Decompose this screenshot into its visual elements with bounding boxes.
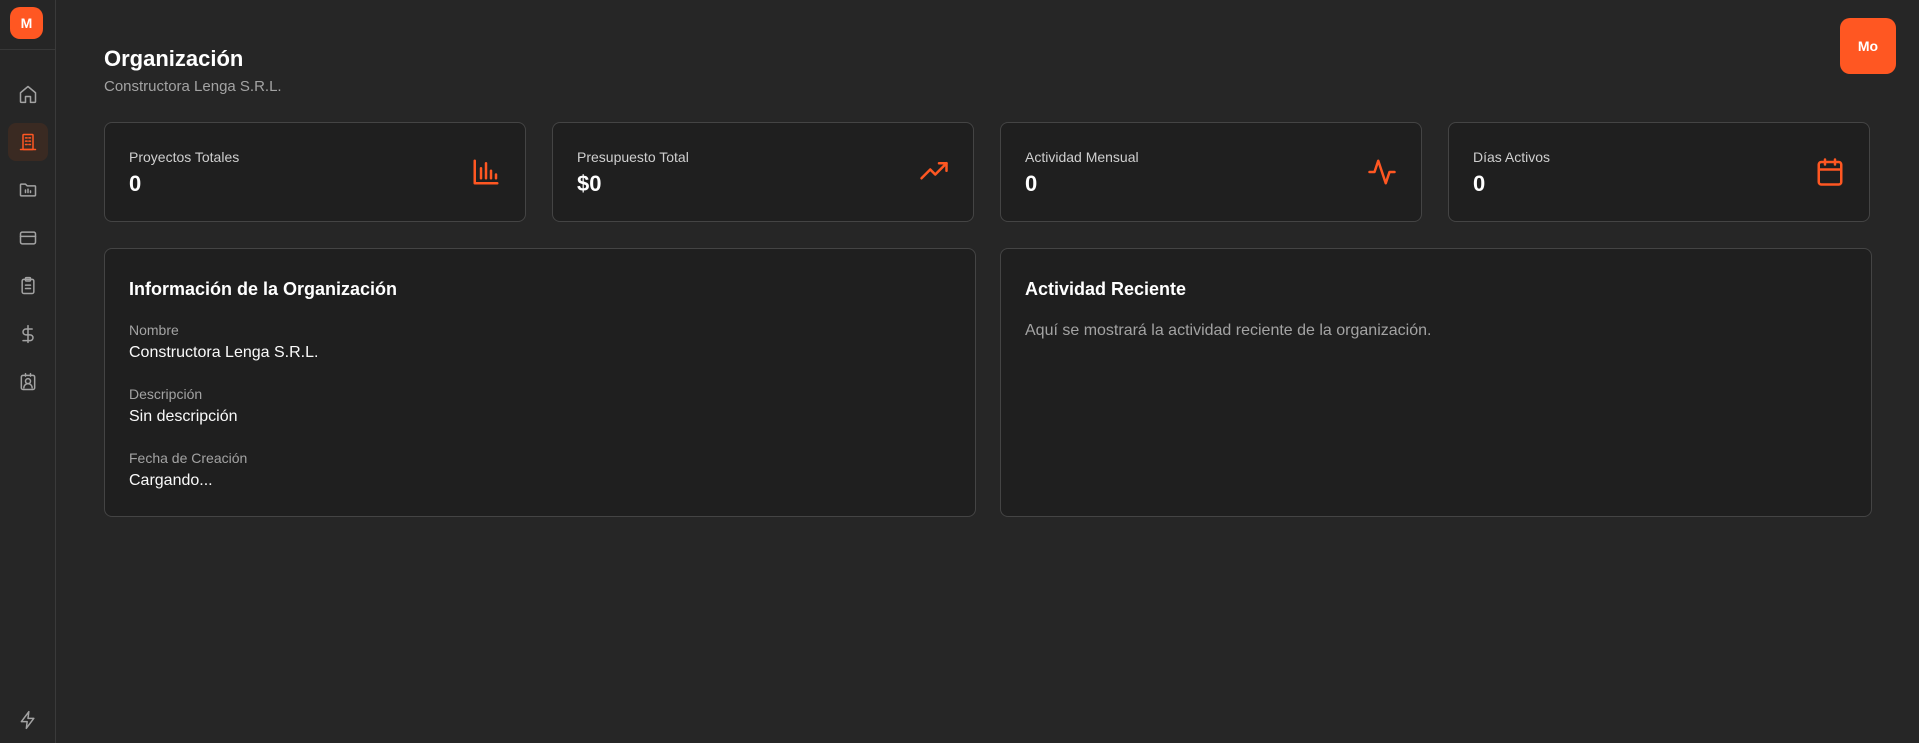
activity-icon <box>1367 157 1397 187</box>
recent-activity-panel: Actividad Reciente Aquí se mostrará la a… <box>1000 248 1872 517</box>
folder-icon <box>19 183 37 197</box>
clipboard-icon <box>21 276 35 295</box>
building-icon <box>19 133 37 151</box>
stat-card-budget: Presupuesto Total $0 <box>552 122 974 222</box>
panel-title: Actividad Reciente <box>1025 279 1187 299</box>
sidebar-divider <box>0 49 55 50</box>
sidebar-item-payments[interactable] <box>8 219 48 257</box>
sidebar-item-finance[interactable] <box>8 315 48 353</box>
trending-up-icon <box>919 157 949 187</box>
field-value-name: Constructora Lenga S.R.L. <box>129 344 319 361</box>
sidebar-item-contacts[interactable] <box>8 363 48 401</box>
contact-icon <box>20 372 36 391</box>
recent-activity-empty-text: Aquí se mostrará la actividad reciente d… <box>1025 322 1432 339</box>
field-label-created: Fecha de Creación <box>129 450 248 466</box>
stat-value: 0 <box>1025 171 1038 196</box>
stat-card-active-days: Días Activos 0 <box>1448 122 1870 222</box>
stat-value: 0 <box>129 171 142 196</box>
sidebar: M <box>0 0 56 743</box>
organization-info-panel: Información de la Organización Nombre Co… <box>104 248 976 517</box>
panel-title: Información de la Organización <box>129 279 398 299</box>
home-icon <box>19 85 37 104</box>
page-subtitle: Constructora Lenga S.R.L. <box>104 78 282 95</box>
stat-card-projects: Proyectos Totales 0 <box>104 122 526 222</box>
field-value-description: Sin descripción <box>129 408 238 425</box>
calendar-icon <box>1815 157 1845 187</box>
sidebar-item-organization[interactable] <box>8 123 48 161</box>
stat-card-activity: Actividad Mensual 0 <box>1000 122 1422 222</box>
stat-label: Días Activos <box>1473 149 1551 165</box>
sidebar-item-projects[interactable] <box>8 171 48 209</box>
page-title: Organización <box>104 46 244 71</box>
stat-label: Actividad Mensual <box>1025 149 1139 165</box>
bar-chart-icon <box>471 157 501 187</box>
sidebar-item-tasks[interactable] <box>8 267 48 305</box>
user-avatar-button[interactable]: Mo <box>1840 18 1896 74</box>
stat-label: Presupuesto Total <box>577 149 689 165</box>
zap-icon <box>20 710 35 730</box>
sidebar-item-home[interactable] <box>8 75 48 113</box>
field-label-description: Descripción <box>129 386 203 402</box>
sidebar-item-quick-actions[interactable] <box>8 701 48 739</box>
field-label-name: Nombre <box>129 322 179 338</box>
stat-value: 0 <box>1473 171 1486 196</box>
app-logo[interactable]: M <box>10 7 43 39</box>
stat-label: Proyectos Totales <box>129 149 240 165</box>
stat-value: $0 <box>577 171 602 196</box>
field-value-created: Cargando... <box>129 472 213 489</box>
credit-card-icon <box>19 231 37 245</box>
dollar-icon <box>22 324 34 344</box>
